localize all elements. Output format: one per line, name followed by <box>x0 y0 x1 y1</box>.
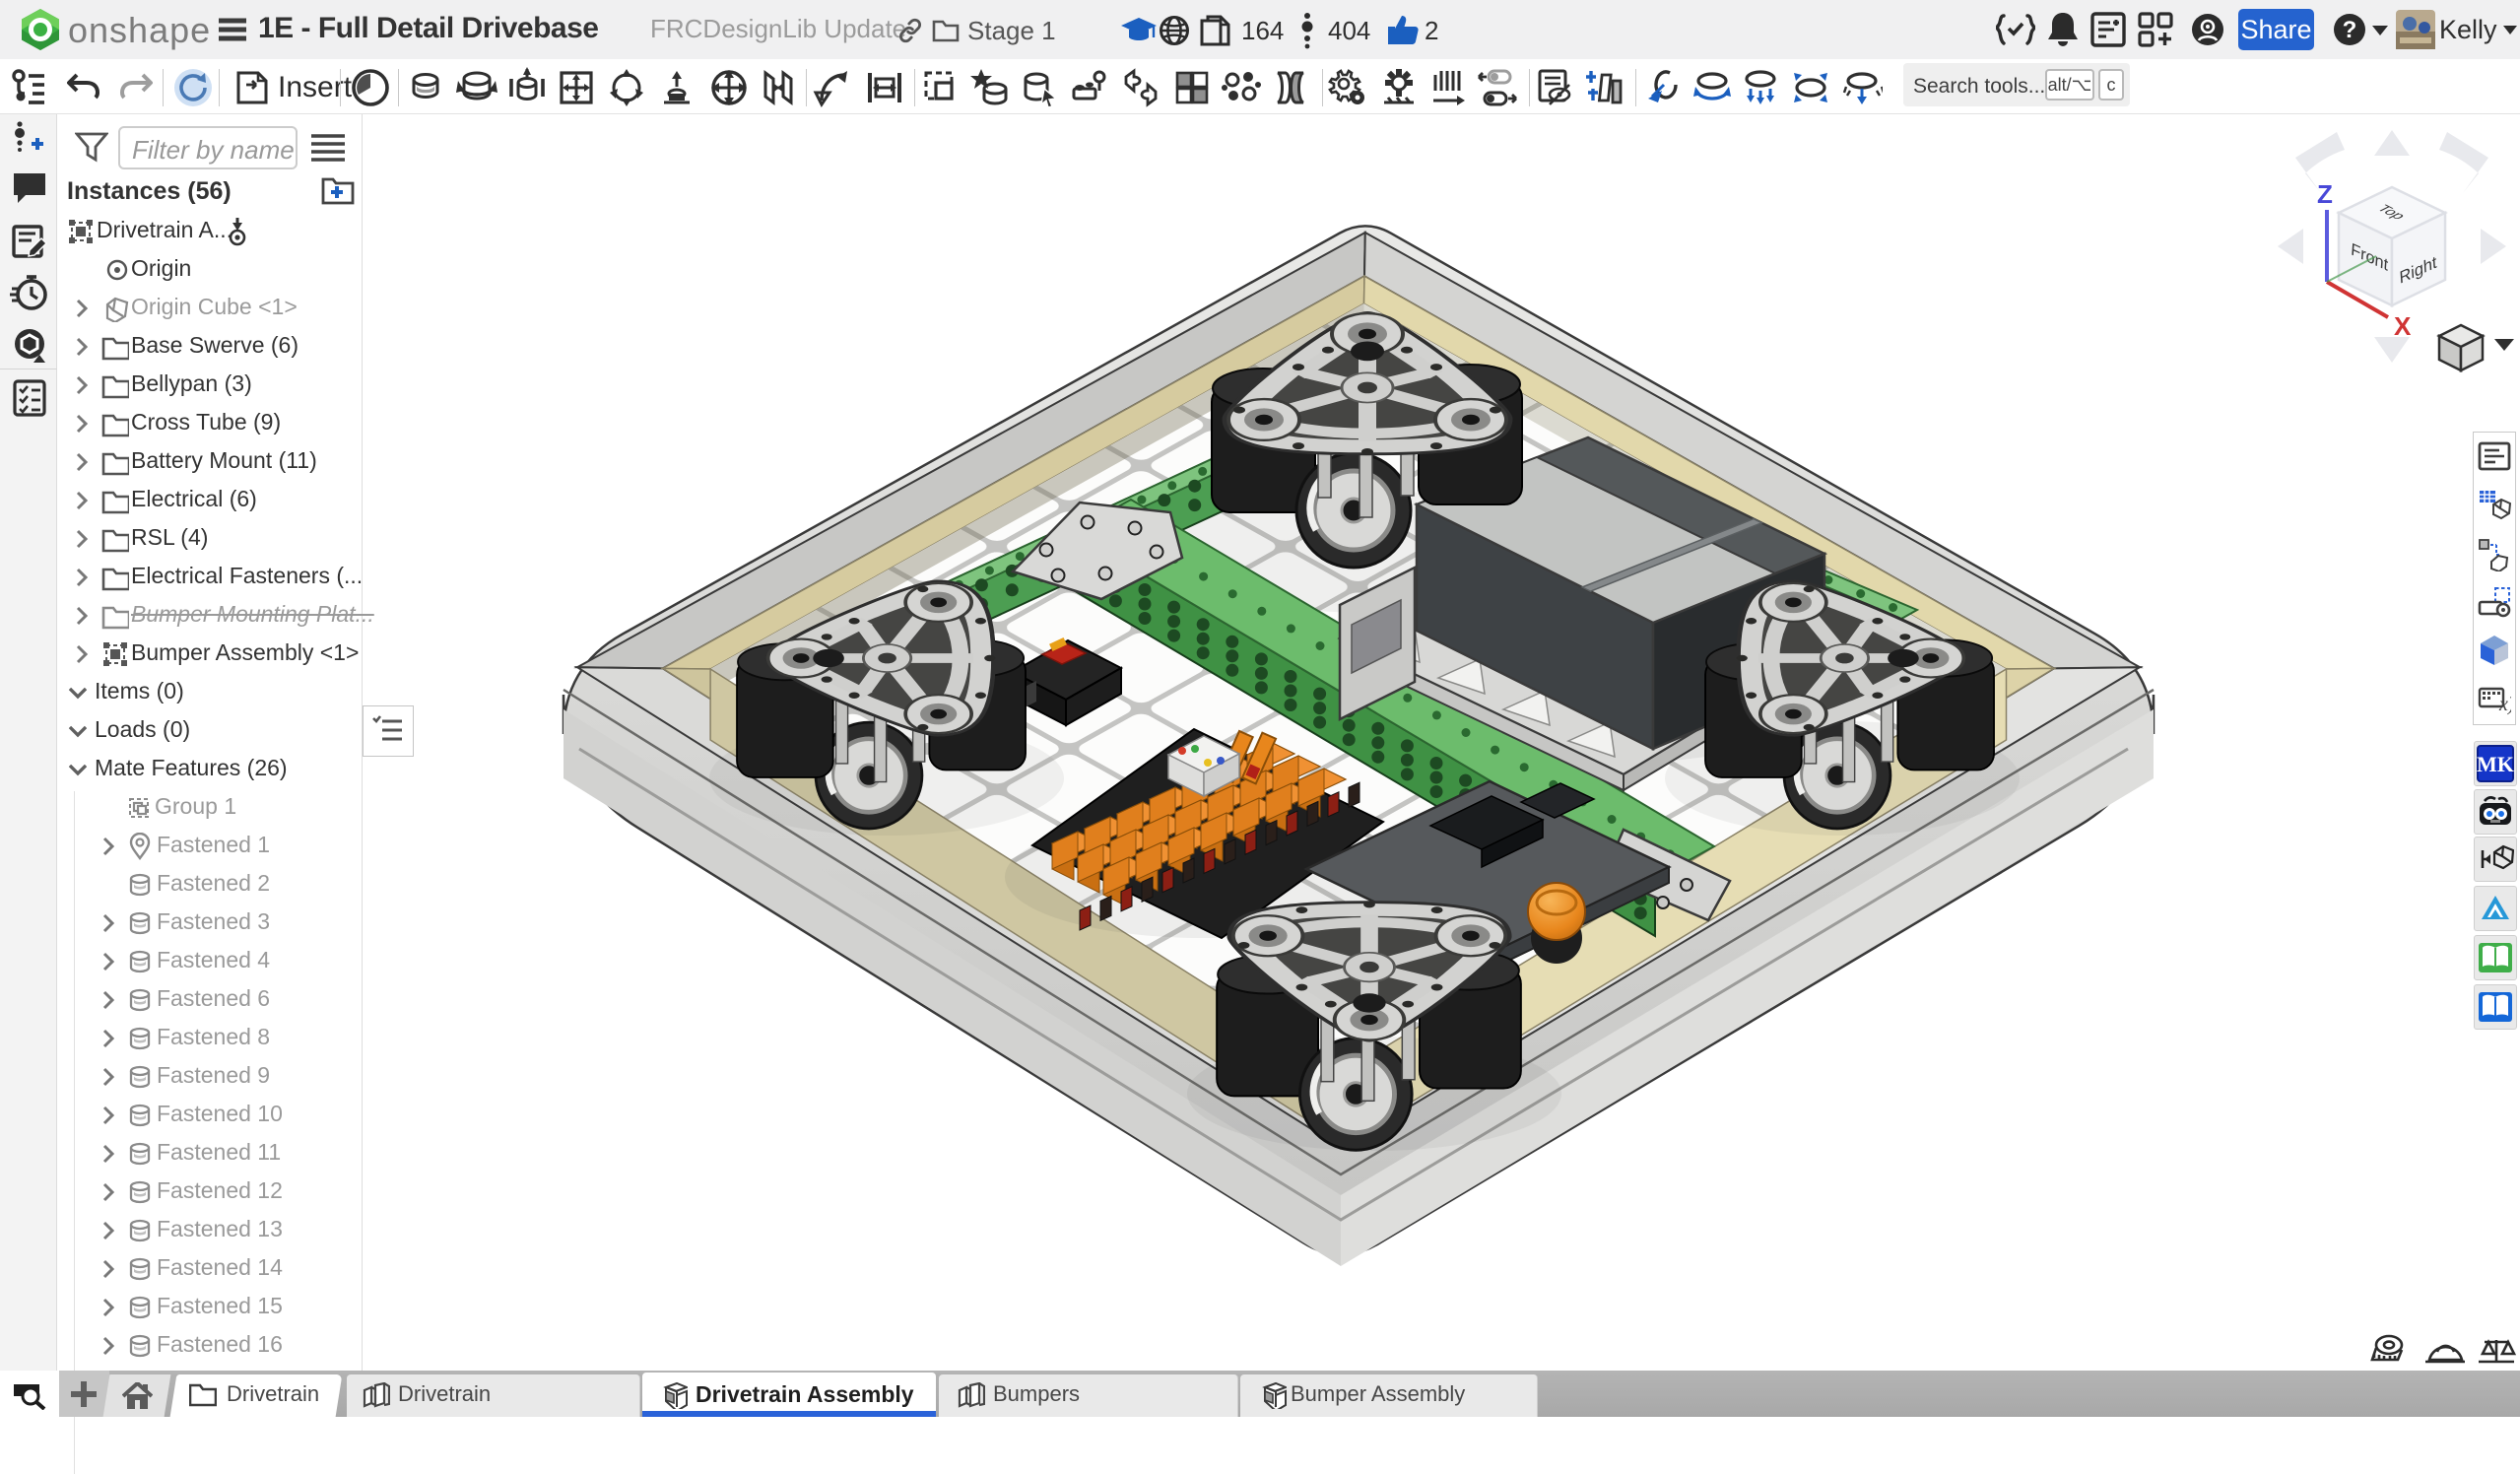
svg-text:MK: MK <box>2477 752 2514 776</box>
svg-text:Z: Z <box>2317 179 2333 209</box>
svg-text:x): x) <box>2498 694 2511 715</box>
svg-text:X: X <box>2394 311 2412 341</box>
